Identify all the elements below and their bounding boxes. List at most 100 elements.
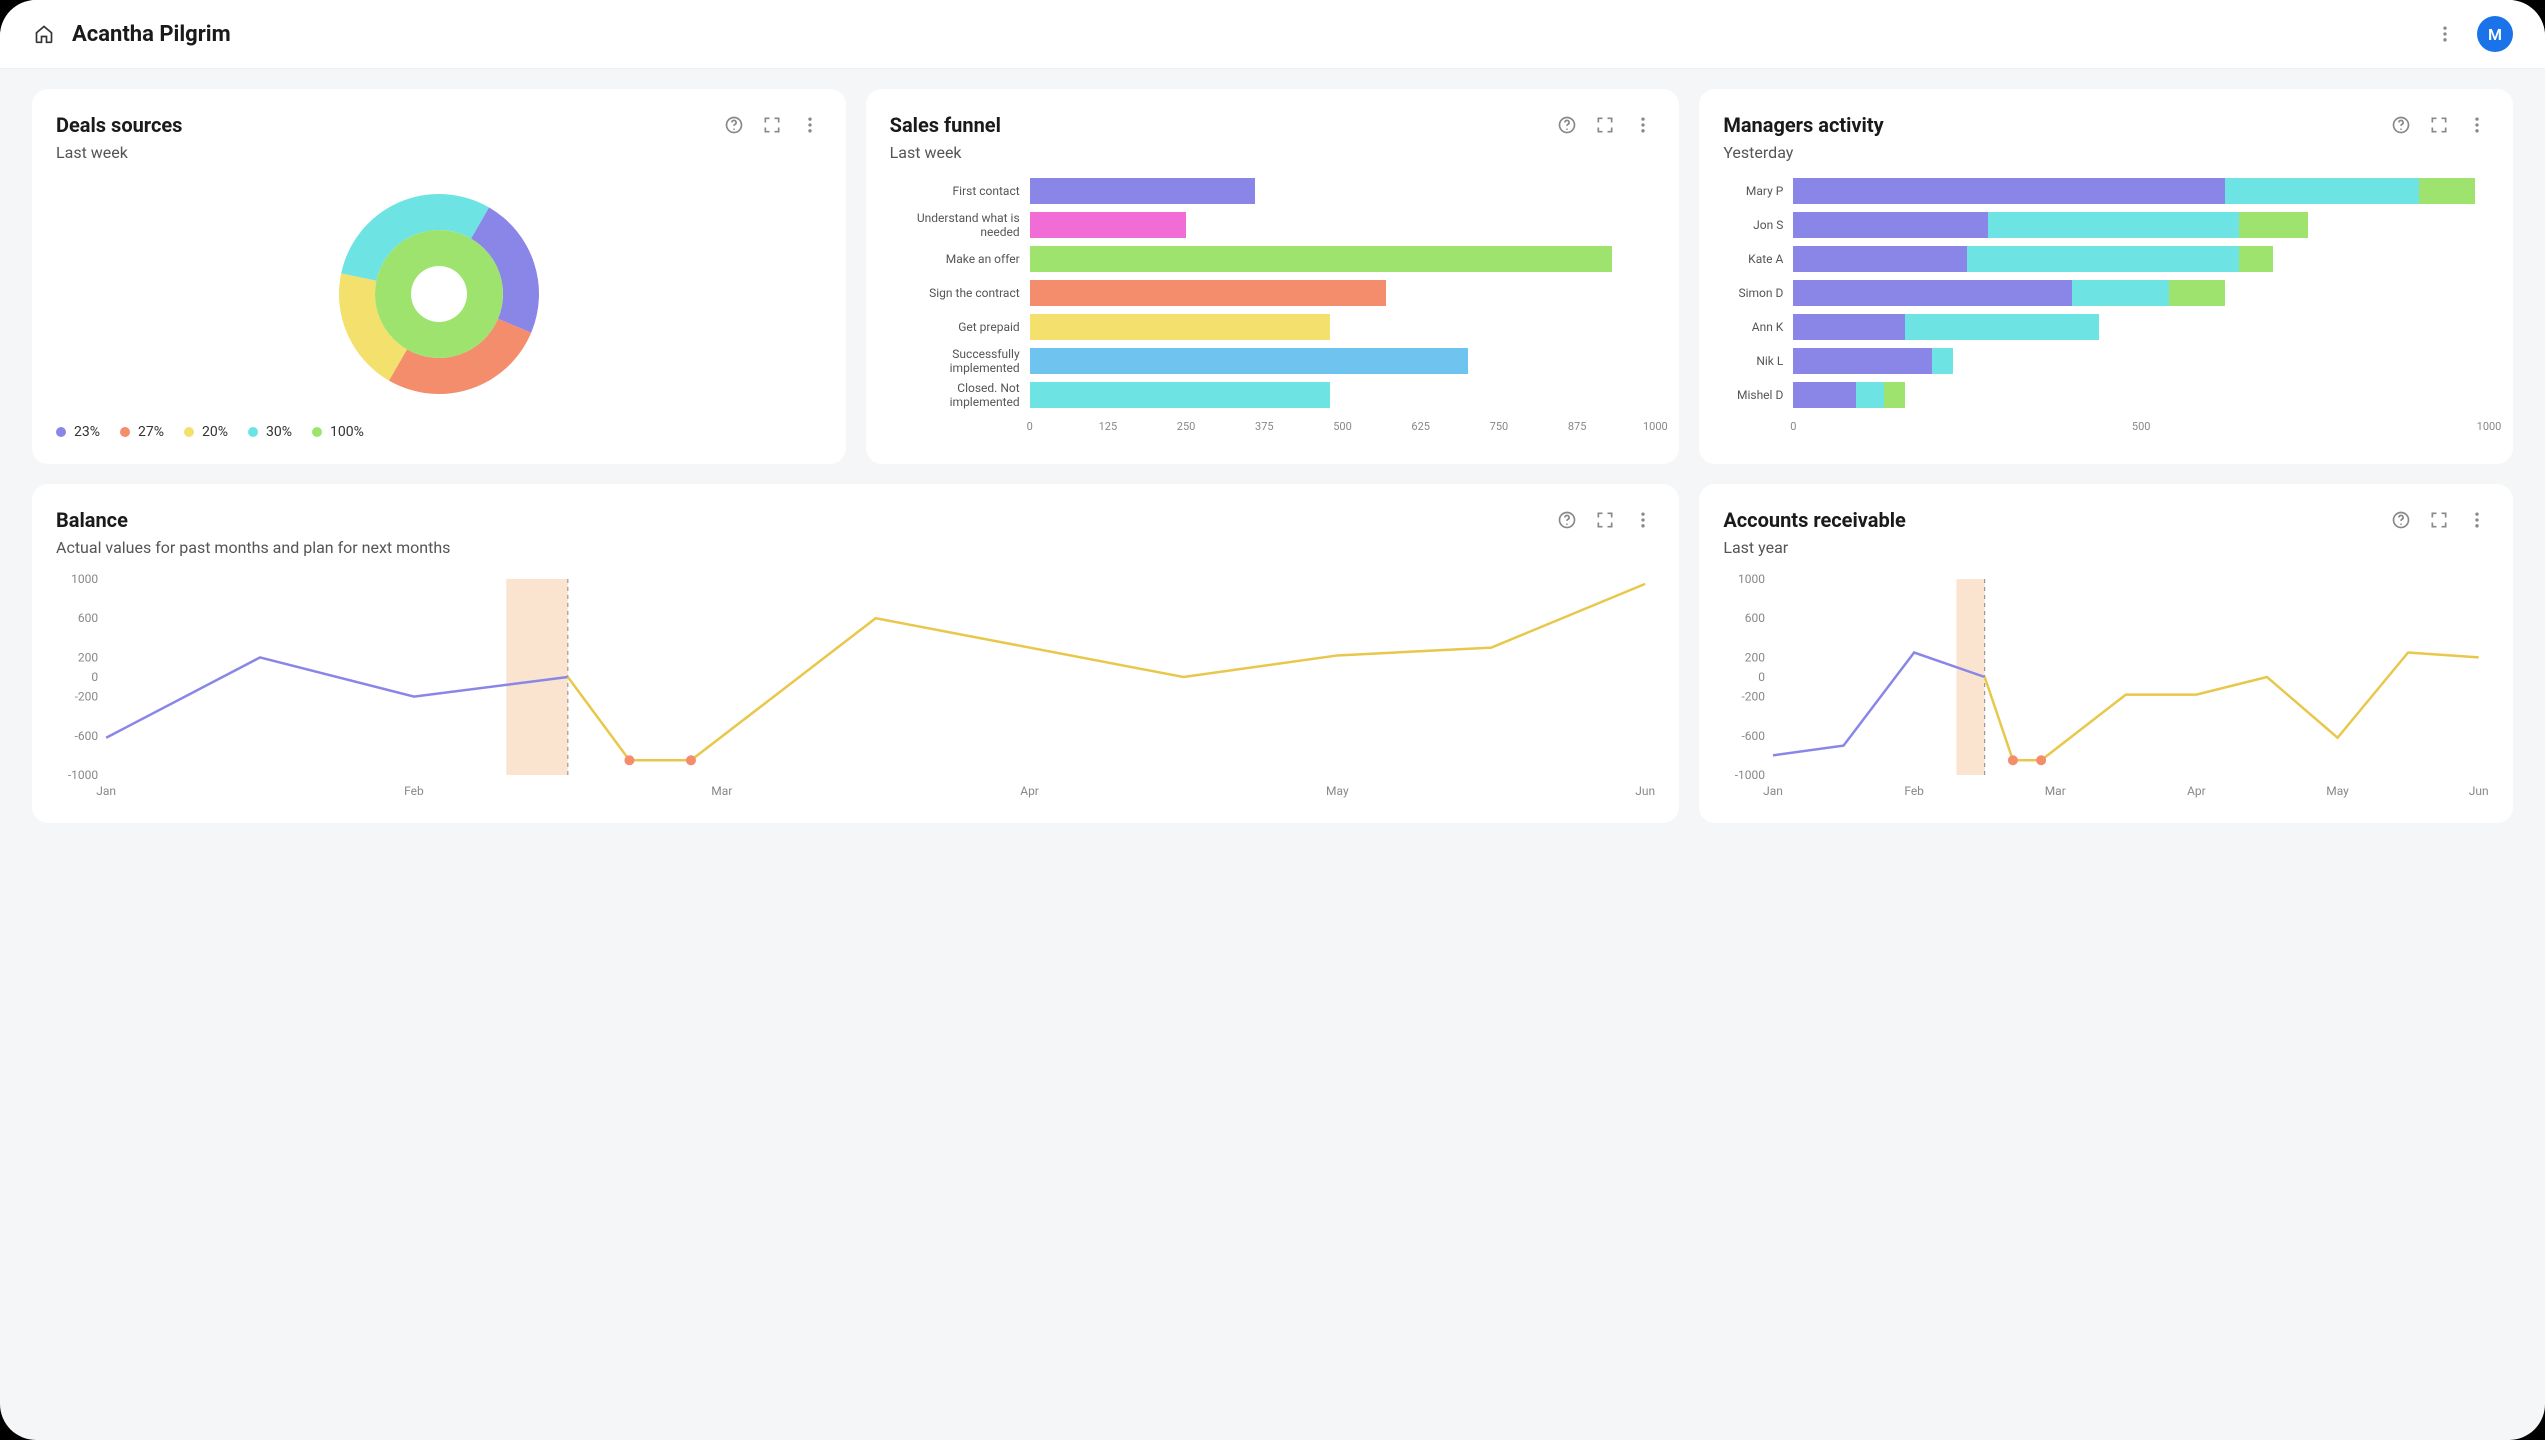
card-balance: Balance Actual values for past months an… [32,484,1679,823]
manager-row: Mishel D [1723,378,2489,412]
card-accounts-receivable: Accounts receivable Last year 1000 600 200… [1699,484,2513,823]
card-title: Sales funnel [890,113,1001,137]
manager-row: Nik L [1723,344,2489,378]
svg-text:Jun: Jun [2469,784,2489,798]
manager-row-label: Jon S [1723,218,1793,232]
funnel-row: First contact [890,174,1656,208]
fullscreen-icon[interactable] [760,113,784,137]
manager-row-label: Simon D [1723,286,1793,300]
avatar[interactable]: M [2477,16,2513,52]
donut-chart: 23% 27% 20% 30% 100% [56,174,822,440]
funnel-row-label: Closed. Not implemented [890,381,1030,409]
manager-row: Mary P [1723,174,2489,208]
card-title: Deals sources [56,113,182,137]
card-title: Managers activity [1723,113,1883,137]
dashboard-grid: Deals sources Last week 23% 27% 20% 30% 100%… [0,69,2545,843]
manager-row: Kate A [1723,242,2489,276]
topbar-left: Acantha Pilgrim [32,22,231,47]
card-subtitle: Last year [1723,538,2489,557]
page-title: Acantha Pilgrim [72,22,231,47]
manager-row-label: Mary P [1723,184,1793,198]
manager-row-label: Ann K [1723,320,1793,334]
more-vert-icon[interactable] [798,113,822,137]
legend-item: 23% [56,424,100,440]
funnel-row-label: Make an offer [890,252,1030,266]
legend-item: 27% [120,424,164,440]
svg-text:-1000: -1000 [68,768,99,782]
fullscreen-icon[interactable] [2427,508,2451,532]
more-vert-icon[interactable] [2433,22,2457,46]
funnel-row-label: Sign the contract [890,286,1030,300]
funnel-row: Understand what is needed [890,208,1656,242]
svg-text:Jun: Jun [1635,784,1655,798]
svg-text:Apr: Apr [2187,784,2206,798]
svg-text:200: 200 [78,650,98,664]
card-deals-sources: Deals sources Last week 23% 27% 20% 30% 100% [32,89,846,464]
help-icon[interactable] [2389,508,2413,532]
more-vert-icon[interactable] [2465,113,2489,137]
svg-text:Feb: Feb [1905,784,1925,798]
receivable-chart: 10006002000-200-600-1000JanFebMarAprMayJ… [1723,569,2489,799]
svg-text:Jan: Jan [96,784,116,798]
svg-text:0: 0 [91,670,98,684]
funnel-row: Sign the contract [890,276,1656,310]
donut-legend: 23% 27% 20% 30% 100% [56,424,822,440]
funnel-row: Get prepaid [890,310,1656,344]
managers-chart: Mary P Jon S Kate A Simon D Ann K Nik L Mishel… [1723,174,2489,440]
svg-text:-600: -600 [75,729,99,743]
card-subtitle: Last week [890,143,1656,162]
funnel-row: Closed. Not implemented [890,378,1656,412]
help-icon[interactable] [1555,508,1579,532]
legend-item: 100% [312,424,364,440]
manager-row: Ann K [1723,310,2489,344]
card-subtitle: Actual values for past months and plan f… [56,538,1655,557]
svg-text:1000: 1000 [71,572,98,586]
svg-text:-200: -200 [1742,690,1766,704]
card-subtitle: Last week [56,143,822,162]
manager-row: Simon D [1723,276,2489,310]
svg-text:600: 600 [1745,611,1765,625]
fullscreen-icon[interactable] [1593,508,1617,532]
svg-text:Apr: Apr [1020,784,1039,798]
svg-text:Feb: Feb [404,784,424,798]
card-title: Accounts receivable [1723,508,1905,532]
funnel-row-label: Successfully implemented [890,347,1030,375]
topbar-right: M [2433,16,2513,52]
home-icon[interactable] [32,22,56,46]
fullscreen-icon[interactable] [2427,113,2451,137]
svg-text:600: 600 [78,611,98,625]
svg-text:-1000: -1000 [1735,768,1766,782]
legend-label: 23% [74,424,100,440]
fullscreen-icon[interactable] [1593,113,1617,137]
svg-text:1000: 1000 [1738,572,1765,586]
more-vert-icon[interactable] [1631,113,1655,137]
help-icon[interactable] [722,113,746,137]
more-vert-icon[interactable] [2465,508,2489,532]
legend-label: 30% [266,424,292,440]
svg-text:-600: -600 [1742,729,1766,743]
manager-row-label: Mishel D [1723,388,1793,402]
help-icon[interactable] [1555,113,1579,137]
more-vert-icon[interactable] [1631,508,1655,532]
card-sales-funnel: Sales funnel Last week First contact Unde… [866,89,1680,464]
funnel-row-label: First contact [890,184,1030,198]
manager-row: Jon S [1723,208,2489,242]
funnel-row-label: Get prepaid [890,320,1030,334]
topbar: Acantha Pilgrim M [0,0,2545,69]
legend-item: 30% [248,424,292,440]
legend-label: 27% [138,424,164,440]
svg-text:200: 200 [1745,650,1765,664]
card-title: Balance [56,508,128,532]
funnel-chart: First contact Understand what is needed Ma… [890,174,1656,440]
manager-row-label: Nik L [1723,354,1793,368]
funnel-row: Make an offer [890,242,1656,276]
app-frame: Acantha Pilgrim M Deals sources Last wee… [0,0,2545,1440]
help-icon[interactable] [2389,113,2413,137]
card-managers-activity: Managers activity Yesterday Mary PJon SK… [1699,89,2513,464]
svg-text:0: 0 [1759,670,1766,684]
svg-text:Jan: Jan [1763,784,1783,798]
manager-row-label: Kate A [1723,252,1793,266]
funnel-row: Successfully implemented [890,344,1656,378]
legend-item: 20% [184,424,228,440]
balance-chart: 10006002000-200-600-1000JanFebMarAprMayJ… [56,569,1655,799]
